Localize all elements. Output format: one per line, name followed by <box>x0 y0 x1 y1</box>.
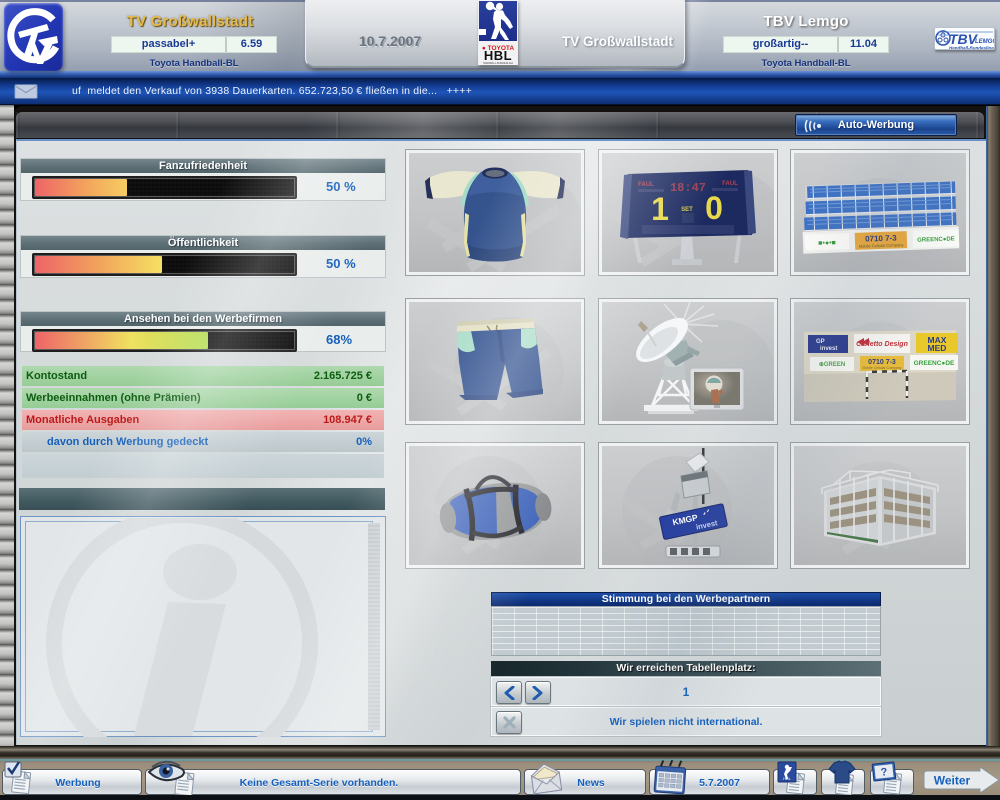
svg-text:⊕GREEN: ⊕GREEN <box>819 362 845 368</box>
svg-text:MED: MED <box>928 343 947 353</box>
svg-text:FAUL: FAUL <box>722 181 738 187</box>
svg-text:FAUL: FAUL <box>638 182 654 188</box>
svg-text:HBL: HBL <box>783 776 792 781</box>
svg-text:18:47: 18:47 <box>670 181 706 195</box>
svg-text:Mobile Cellular Company: Mobile Cellular Company <box>862 366 901 370</box>
svg-text:GREENC●DE: GREENC●DE <box>914 360 955 367</box>
svg-text:Weiter: Weiter <box>934 774 971 788</box>
svg-text:1: 1 <box>651 191 669 227</box>
svg-text:LEMGO: LEMGO <box>975 39 995 45</box>
svg-text:0710 7-3: 0710 7-3 <box>868 359 896 366</box>
svg-text:SET: SET <box>681 207 693 213</box>
svg-text:■•●•■: ■•●•■ <box>818 240 836 248</box>
svg-text:0: 0 <box>705 190 723 226</box>
svg-text:Handball-Bundesliga: Handball-Bundesliga <box>949 46 994 51</box>
svg-text:invest: invest <box>820 346 837 352</box>
svg-text:GP: GP <box>816 339 825 345</box>
